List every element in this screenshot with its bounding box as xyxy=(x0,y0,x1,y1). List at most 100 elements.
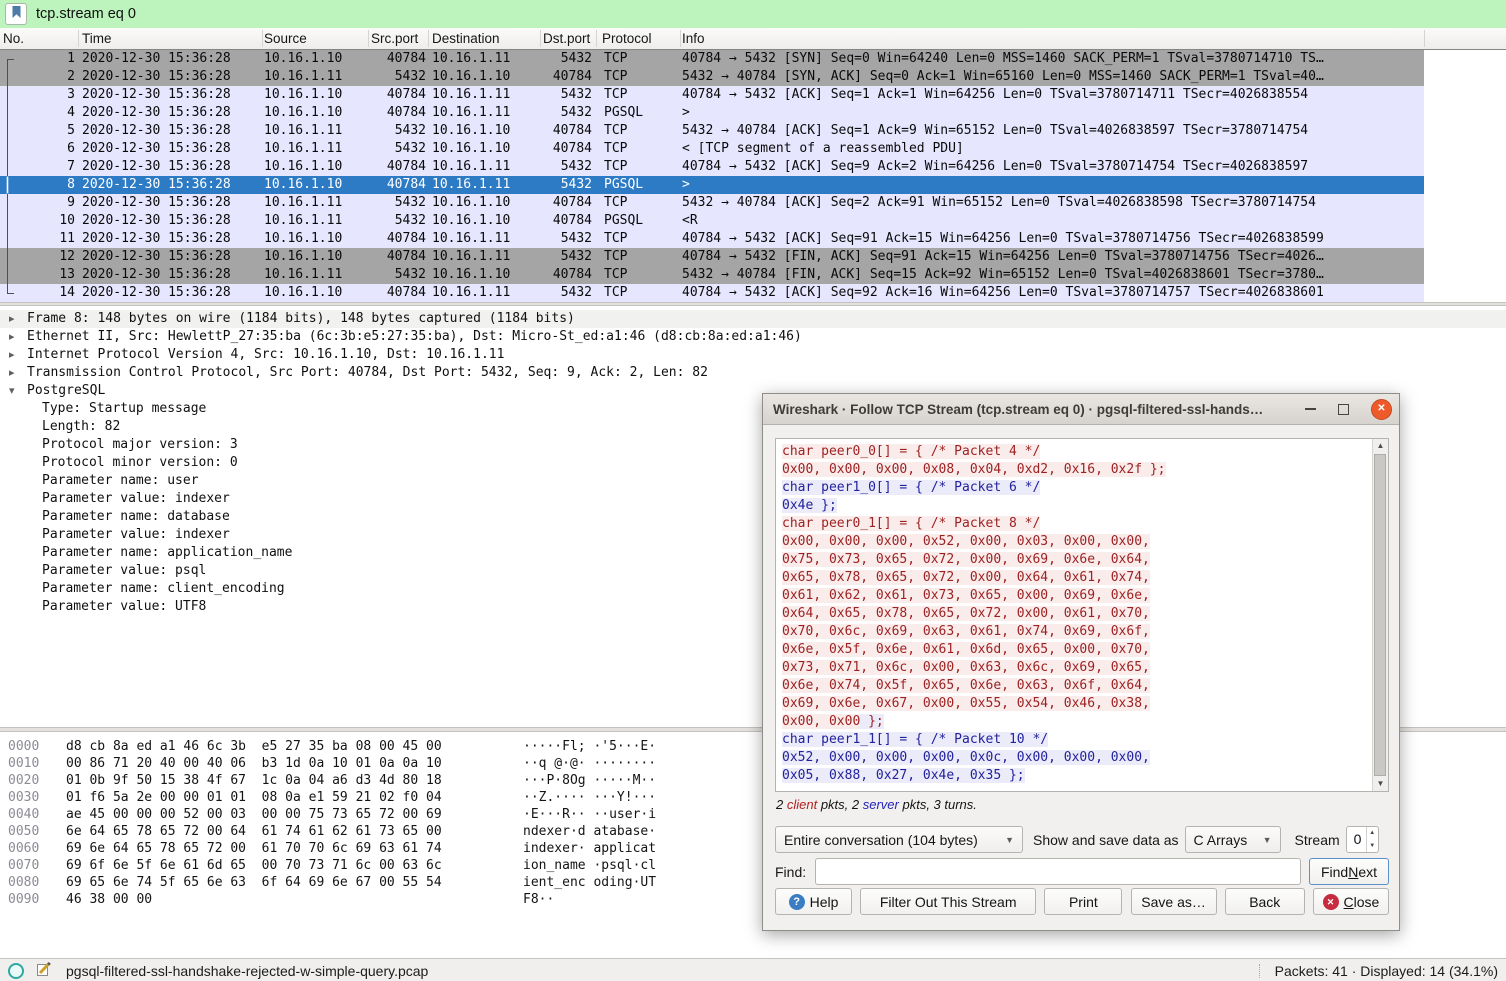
expand-arrow-icon[interactable]: ▸ xyxy=(9,328,23,346)
data-format-select[interactable]: C Arrays ▼ xyxy=(1185,826,1281,853)
hex-bytes: 01 f6 5a 2e 00 00 01 01 08 0a e1 59 21 0… xyxy=(66,789,442,806)
table-row[interactable]: 82020-12-30 15:36:2810.16.1.104078410.16… xyxy=(0,176,1424,194)
status-bar: pgsql-filtered-ssl-handshake-rejected-w-… xyxy=(0,958,1506,981)
table-row[interactable]: 102020-12-30 15:36:2810.16.1.11543210.16… xyxy=(0,212,1424,230)
client-data: 0x64, 0x65, 0x78, 0x65, 0x72, 0x00, 0x61… xyxy=(782,606,1150,621)
collapse-arrow-icon[interactable]: ▾ xyxy=(9,382,23,400)
stream-number-spinner[interactable]: 0 ▲ ▼ xyxy=(1346,826,1379,853)
statusbar-splitter-handle[interactable] xyxy=(1259,964,1261,978)
detail-text: Parameter name: database xyxy=(0,509,230,524)
maximize-icon[interactable] xyxy=(1338,404,1349,415)
client-data: 0x65, 0x78, 0x65, 0x72, 0x00, 0x64, 0x61… xyxy=(782,570,1150,585)
find-next-button[interactable]: Find Next xyxy=(1309,858,1389,885)
stream-line: 0x00, 0x00, 0x00, 0x08, 0x04, 0xd2, 0x16… xyxy=(782,461,1166,479)
column-separator[interactable] xyxy=(1424,30,1425,47)
hex-ascii: ient_enc oding·UT xyxy=(523,874,656,891)
detail-tree-item[interactable]: ▸Internet Protocol Version 4, Src: 10.16… xyxy=(0,346,1506,364)
help-button[interactable]: ?Help xyxy=(775,888,852,915)
expand-arrow-icon[interactable]: ▸ xyxy=(9,310,23,328)
column-separator[interactable] xyxy=(368,30,369,47)
column-separator[interactable] xyxy=(428,30,429,47)
table-row[interactable]: 22020-12-30 15:36:2810.16.1.11543210.16.… xyxy=(0,68,1424,86)
scroll-up-icon[interactable]: ▲ xyxy=(1373,439,1388,453)
scrollbar-thumb[interactable] xyxy=(1374,454,1386,776)
cell-dst: 10.16.1.11 xyxy=(432,86,510,104)
cell-dst: 10.16.1.11 xyxy=(432,104,510,122)
detail-tree-item[interactable]: ▸Frame 8: 148 bytes on wire (1184 bits),… xyxy=(0,310,1506,328)
column-separator[interactable] xyxy=(540,30,541,47)
stream-content-box[interactable]: char peer0_0[] = { /* Packet 4 */0x00, 0… xyxy=(775,438,1389,792)
print-button[interactable]: Print xyxy=(1044,888,1122,915)
table-row[interactable]: 122020-12-30 15:36:2810.16.1.104078410.1… xyxy=(0,248,1424,266)
filter-out-this-stream-button[interactable]: Filter Out This Stream xyxy=(860,888,1036,915)
table-row[interactable]: 12020-12-30 15:36:2810.16.1.104078410.16… xyxy=(0,50,1424,68)
detail-text: Transmission Control Protocol, Src Port:… xyxy=(0,365,708,380)
filter-bookmark-button[interactable] xyxy=(5,3,27,25)
spin-up-icon[interactable]: ▲ xyxy=(1367,827,1378,840)
hex-offset: 0050 xyxy=(8,823,39,840)
stream-line: 0x6e, 0x5f, 0x6e, 0x61, 0x6d, 0x65, 0x00… xyxy=(782,641,1166,659)
spin-down-icon[interactable]: ▼ xyxy=(1367,840,1378,853)
expand-arrow-icon[interactable]: ▸ xyxy=(9,364,23,382)
close-button[interactable]: ✕Close xyxy=(1313,888,1389,915)
button-label: Save as… xyxy=(1141,894,1206,910)
hex-ascii: ion_name ·psql·cl xyxy=(523,857,656,874)
column-header-info[interactable]: Info xyxy=(682,28,705,49)
cell-dst: 10.16.1.11 xyxy=(432,284,510,302)
cell-info: 40784 → 5432 [ACK] Seq=1 Ack=1 Win=64256… xyxy=(682,86,1308,104)
column-separator[interactable] xyxy=(680,30,681,47)
table-row[interactable]: 62020-12-30 15:36:2810.16.1.11543210.16.… xyxy=(0,140,1424,158)
display-filter-input[interactable]: tcp.stream eq 0 xyxy=(36,6,136,22)
save-as-button[interactable]: Save as… xyxy=(1131,888,1217,915)
find-input[interactable] xyxy=(815,858,1301,885)
table-row[interactable]: 52020-12-30 15:36:2810.16.1.11543210.16.… xyxy=(0,122,1424,140)
cell-time: 2020-12-30 15:36:28 xyxy=(82,50,231,68)
scroll-down-icon[interactable]: ▼ xyxy=(1373,777,1388,791)
column-header-destination[interactable]: Destination xyxy=(432,28,500,49)
capture-file-properties-icon[interactable] xyxy=(8,963,24,979)
close-window-icon[interactable]: ✕ xyxy=(1371,399,1392,420)
detail-tree-item[interactable]: ▸Ethernet II, Src: HewlettP_27:35:ba (6c… xyxy=(0,328,1506,346)
spinner-arrows[interactable]: ▲ ▼ xyxy=(1366,827,1378,852)
column-separator[interactable] xyxy=(78,30,79,47)
display-filter-bar[interactable]: tcp.stream eq 0 xyxy=(0,0,1506,29)
find-label: Find: xyxy=(775,864,806,880)
table-row[interactable]: 112020-12-30 15:36:2810.16.1.104078410.1… xyxy=(0,230,1424,248)
expert-info-icon[interactable] xyxy=(36,961,52,980)
dialog-titlebar[interactable]: Wireshark · Follow TCP Stream (tcp.strea… xyxy=(763,394,1399,425)
cell-dst: 10.16.1.11 xyxy=(432,158,510,176)
cell-time: 2020-12-30 15:36:28 xyxy=(82,140,231,158)
hex-offset: 0040 xyxy=(8,806,39,823)
detail-tree-item[interactable]: ▸Transmission Control Protocol, Src Port… xyxy=(0,364,1506,382)
column-separator[interactable] xyxy=(596,30,597,47)
cell-dp: 40784 xyxy=(540,122,592,140)
cell-dst: 10.16.1.10 xyxy=(432,194,510,212)
cell-sp: 5432 xyxy=(368,140,426,158)
cell-sp: 5432 xyxy=(368,194,426,212)
table-row[interactable]: 72020-12-30 15:36:2810.16.1.104078410.16… xyxy=(0,158,1424,176)
minimize-icon[interactable] xyxy=(1305,408,1316,410)
button-label: Close xyxy=(1344,894,1380,910)
cell-src: 10.16.1.10 xyxy=(264,158,342,176)
stream-scrollbar[interactable]: ▲ ▼ xyxy=(1372,439,1388,791)
conversation-range-select[interactable]: Entire conversation (104 bytes) ▼ xyxy=(775,826,1023,853)
column-header-time[interactable]: Time xyxy=(82,28,112,49)
back-button[interactable]: Back xyxy=(1225,888,1305,915)
cell-no: 14 xyxy=(14,284,75,302)
column-header-srcport[interactable]: Src.port xyxy=(371,28,418,49)
table-row[interactable]: 142020-12-30 15:36:2810.16.1.104078410.1… xyxy=(0,284,1424,302)
cell-time: 2020-12-30 15:36:28 xyxy=(82,158,231,176)
expand-arrow-icon[interactable]: ▸ xyxy=(9,346,23,364)
column-header-dstport[interactable]: Dst.port xyxy=(543,28,590,49)
cell-dp: 5432 xyxy=(540,230,592,248)
column-separator[interactable] xyxy=(262,30,263,47)
column-header-source[interactable]: Source xyxy=(264,28,307,49)
cell-pr: TCP xyxy=(604,230,627,248)
table-row[interactable]: 92020-12-30 15:36:2810.16.1.11543210.16.… xyxy=(0,194,1424,212)
column-header-protocol[interactable]: Protocol xyxy=(602,28,652,49)
table-row[interactable]: 32020-12-30 15:36:2810.16.1.104078410.16… xyxy=(0,86,1424,104)
table-row[interactable]: 132020-12-30 15:36:2810.16.1.11543210.16… xyxy=(0,266,1424,284)
column-header-no[interactable]: No. xyxy=(3,28,24,49)
client-data: }; xyxy=(860,714,883,729)
table-row[interactable]: 42020-12-30 15:36:2810.16.1.104078410.16… xyxy=(0,104,1424,122)
